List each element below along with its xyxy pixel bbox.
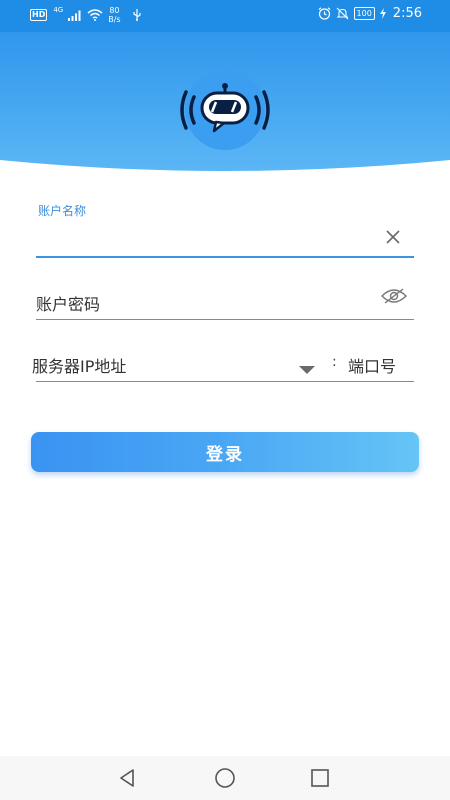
dropdown-icon[interactable] bbox=[298, 360, 316, 374]
battery-icon: 100 bbox=[353, 7, 375, 20]
robot-chat-logo bbox=[180, 70, 270, 150]
charging-icon bbox=[379, 8, 386, 19]
back-icon[interactable] bbox=[116, 766, 140, 790]
signal-icon bbox=[68, 10, 82, 21]
port-separator: : bbox=[332, 354, 337, 370]
recent-apps-icon[interactable] bbox=[308, 766, 332, 790]
home-icon[interactable] bbox=[213, 766, 237, 790]
server-address-field: 服务器IP地址 : 端口号 bbox=[32, 346, 414, 382]
net-speed-value: 80 bbox=[109, 6, 120, 15]
alarm-icon bbox=[318, 7, 331, 20]
password-field bbox=[36, 284, 414, 320]
account-name-label: 账户名称 bbox=[38, 204, 87, 218]
status-bar: HD 4G 80 B/s 100 2:56 bbox=[0, 0, 450, 32]
net-speed: 80 B/s bbox=[108, 6, 120, 24]
status-bar-time: 2:56 bbox=[392, 6, 422, 21]
eye-hidden-icon[interactable] bbox=[380, 286, 408, 306]
account-name-input[interactable] bbox=[36, 220, 366, 256]
navigation-bar bbox=[0, 756, 450, 800]
password-input[interactable] bbox=[36, 284, 366, 319]
port-input[interactable]: 端口号 bbox=[348, 346, 414, 381]
network-generation: 4G bbox=[53, 6, 64, 14]
net-speed-unit: B/s bbox=[108, 15, 121, 24]
status-bar-right: 100 2:56 bbox=[318, 6, 422, 21]
server-ip-input[interactable]: 服务器IP地址 bbox=[32, 346, 282, 381]
account-name-field bbox=[36, 220, 414, 258]
wifi-icon bbox=[87, 9, 103, 21]
usb-icon bbox=[132, 9, 142, 21]
login-button[interactable]: 登录 bbox=[31, 432, 419, 472]
mute-icon bbox=[336, 7, 349, 20]
hd-icon: HD bbox=[30, 9, 48, 21]
clear-icon[interactable] bbox=[382, 226, 404, 248]
status-bar-left: HD 4G 80 B/s bbox=[30, 6, 142, 24]
